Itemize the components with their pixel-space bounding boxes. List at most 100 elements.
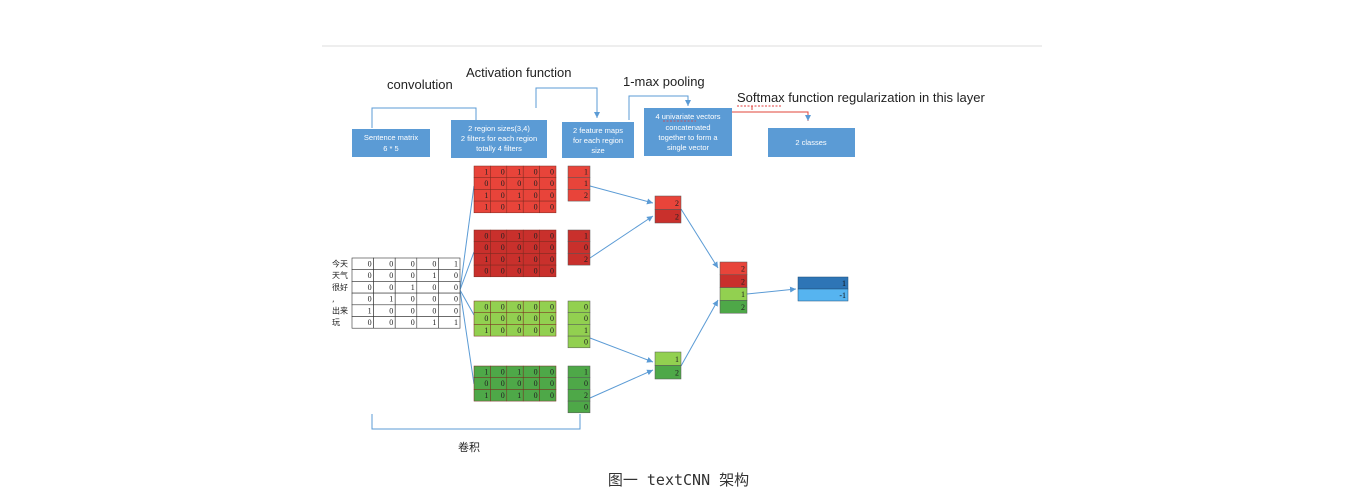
filter-cell-value: 0 <box>484 314 488 323</box>
filter-cell-value: 0 <box>501 303 505 312</box>
feature-map-value: 0 <box>584 379 588 388</box>
flow-line <box>589 185 654 205</box>
flow-line <box>746 286 797 295</box>
feature-map-value: 0 <box>584 243 588 252</box>
univariate-word: univariate <box>662 112 695 121</box>
flow-line <box>589 215 654 259</box>
pooled-value: 2 <box>675 199 679 208</box>
sentence-cell-value: 0 <box>432 306 436 315</box>
filter-cell-value: 0 <box>484 179 488 188</box>
region-sizes-box: 2 region sizes(3,4) 2 filters for each r… <box>451 120 547 158</box>
filter-cell-value: 0 <box>534 168 538 177</box>
filter-cell-value: 1 <box>484 203 488 212</box>
filter-cell-value: 1 <box>517 255 521 264</box>
sentence-cell-value: 1 <box>454 318 458 327</box>
filter-cell-value: 0 <box>517 303 521 312</box>
sentence-cell-value: 1 <box>368 306 372 315</box>
filter-cell-value: 0 <box>534 232 538 241</box>
filter-cell-value: 1 <box>517 191 521 200</box>
sentence-cell-value: 0 <box>411 318 415 327</box>
pooled-vector: 12 <box>654 351 682 380</box>
filter-cell-value: 0 <box>550 203 554 212</box>
filter-matrix: 0 0 0 0 0 0 0 0 0 0 1 0 0 0 0 <box>473 300 557 337</box>
softmax-rest: function regularization in this layer <box>785 90 986 105</box>
feature-map-value: 0 <box>584 314 588 323</box>
region-box-line-3: totally 4 filters <box>476 144 522 153</box>
concat-value: 1 <box>741 290 745 299</box>
filter-cell-value: 0 <box>501 267 505 276</box>
filter-cell-value: 1 <box>484 326 488 335</box>
classes-box-line-1: 2 classes <box>795 138 827 147</box>
filter-cell-value: 1 <box>484 168 488 177</box>
filter-cell-value: 0 <box>501 391 505 400</box>
convolution-heading: convolution <box>387 77 453 92</box>
filter-cell-value: 0 <box>550 232 554 241</box>
output-value: -1 <box>839 291 846 300</box>
filter-cell-value: 0 <box>484 232 488 241</box>
sentence-matrix-box: Sentence matrix 6 * 5 <box>352 129 430 157</box>
flow-line <box>680 208 719 269</box>
filter-cell-value: 0 <box>534 391 538 400</box>
filter-cell-value: 0 <box>484 243 488 252</box>
filter-cell-value: 0 <box>501 168 505 177</box>
filter-cell-value: 0 <box>501 179 505 188</box>
pooled-value: 2 <box>675 213 679 222</box>
filter-cell-value: 0 <box>534 255 538 264</box>
feature-maps-box: 2 feature maps for each region size <box>562 122 634 158</box>
sentence-cell-value: 0 <box>368 295 372 304</box>
sentence-cell-value: 1 <box>454 260 458 269</box>
feature-maps: 1 1 2 1 0 2 0 0 1 0 1 0 2 0 <box>567 165 591 414</box>
filter-cell-value: 1 <box>484 368 488 377</box>
flow-line <box>680 299 719 367</box>
sentence-cell-value: 1 <box>432 271 436 280</box>
feature-map-value: 1 <box>584 326 588 335</box>
filter-cell-value: 0 <box>517 379 521 388</box>
concatenated-vector: 2 2 1 2 <box>719 261 748 314</box>
filter-cell-value: 0 <box>550 243 554 252</box>
activation-heading: Activation function <box>466 65 572 80</box>
pooled-vector: 22 <box>654 195 682 224</box>
feature-map-value: 2 <box>584 191 588 200</box>
activation-connector <box>535 87 600 118</box>
textcnn-diagram: convolution Activation function 1-max po… <box>322 45 1042 454</box>
filter-cell-value: 0 <box>550 303 554 312</box>
filter-cell-value: 1 <box>517 203 521 212</box>
feature-box-line-2: for each region <box>573 136 623 145</box>
feature-map-value: 2 <box>584 391 588 400</box>
sentence-cell-value: 0 <box>454 295 458 304</box>
filter-cell-value: 0 <box>534 379 538 388</box>
sentence-cell-value: 0 <box>389 260 393 269</box>
filter-cell-value: 1 <box>484 391 488 400</box>
filter-cell-value: 0 <box>534 326 538 335</box>
sentence-cell-value: 0 <box>389 271 393 280</box>
sentence-cell-value: 0 <box>368 271 372 280</box>
flow-line <box>459 289 475 385</box>
filter-cell-value: 0 <box>550 326 554 335</box>
sentence-cell-value: 0 <box>368 318 372 327</box>
feature-box-line-3: size <box>591 146 604 155</box>
flow-line <box>459 185 475 291</box>
feature-map-value: 1 <box>584 232 588 241</box>
feature-map-value: 1 <box>584 168 588 177</box>
bottom-brace-label: 卷积 <box>458 440 480 454</box>
filter-cell-value: 1 <box>484 191 488 200</box>
filter-matrix: 1 0 1 0 0 0 0 0 0 0 1 0 1 0 0 <box>473 365 557 402</box>
filter-cell-value: 0 <box>534 203 538 212</box>
pooled-value: 1 <box>675 355 679 364</box>
feature-map-value: 1 <box>584 179 588 188</box>
filter-cell-value: 0 <box>550 168 554 177</box>
filter-cell-value: 0 <box>484 303 488 312</box>
filter-cell-value: 0 <box>534 191 538 200</box>
filter-matrix: 1 0 1 0 0 0 0 0 0 0 1 0 1 0 0 1 0 1 0 0 <box>473 165 557 214</box>
figure-caption: 图一 textCNN 架构 <box>607 471 750 489</box>
filter-cell-value: 0 <box>501 255 505 264</box>
sentence-word-label: 出来 <box>332 305 348 315</box>
pooled-vectors: 2212 <box>654 195 682 380</box>
univariate-box-line-4: single vector <box>667 143 710 152</box>
sentence-cell-value: 0 <box>389 306 393 315</box>
feature-box-line-1: 2 feature maps <box>573 126 623 135</box>
sentence-box-line-1: Sentence matrix <box>364 133 418 142</box>
classes-box: 2 classes <box>768 128 855 157</box>
feature-map-value: 1 <box>584 368 588 377</box>
filter-cell-value: 0 <box>550 179 554 188</box>
